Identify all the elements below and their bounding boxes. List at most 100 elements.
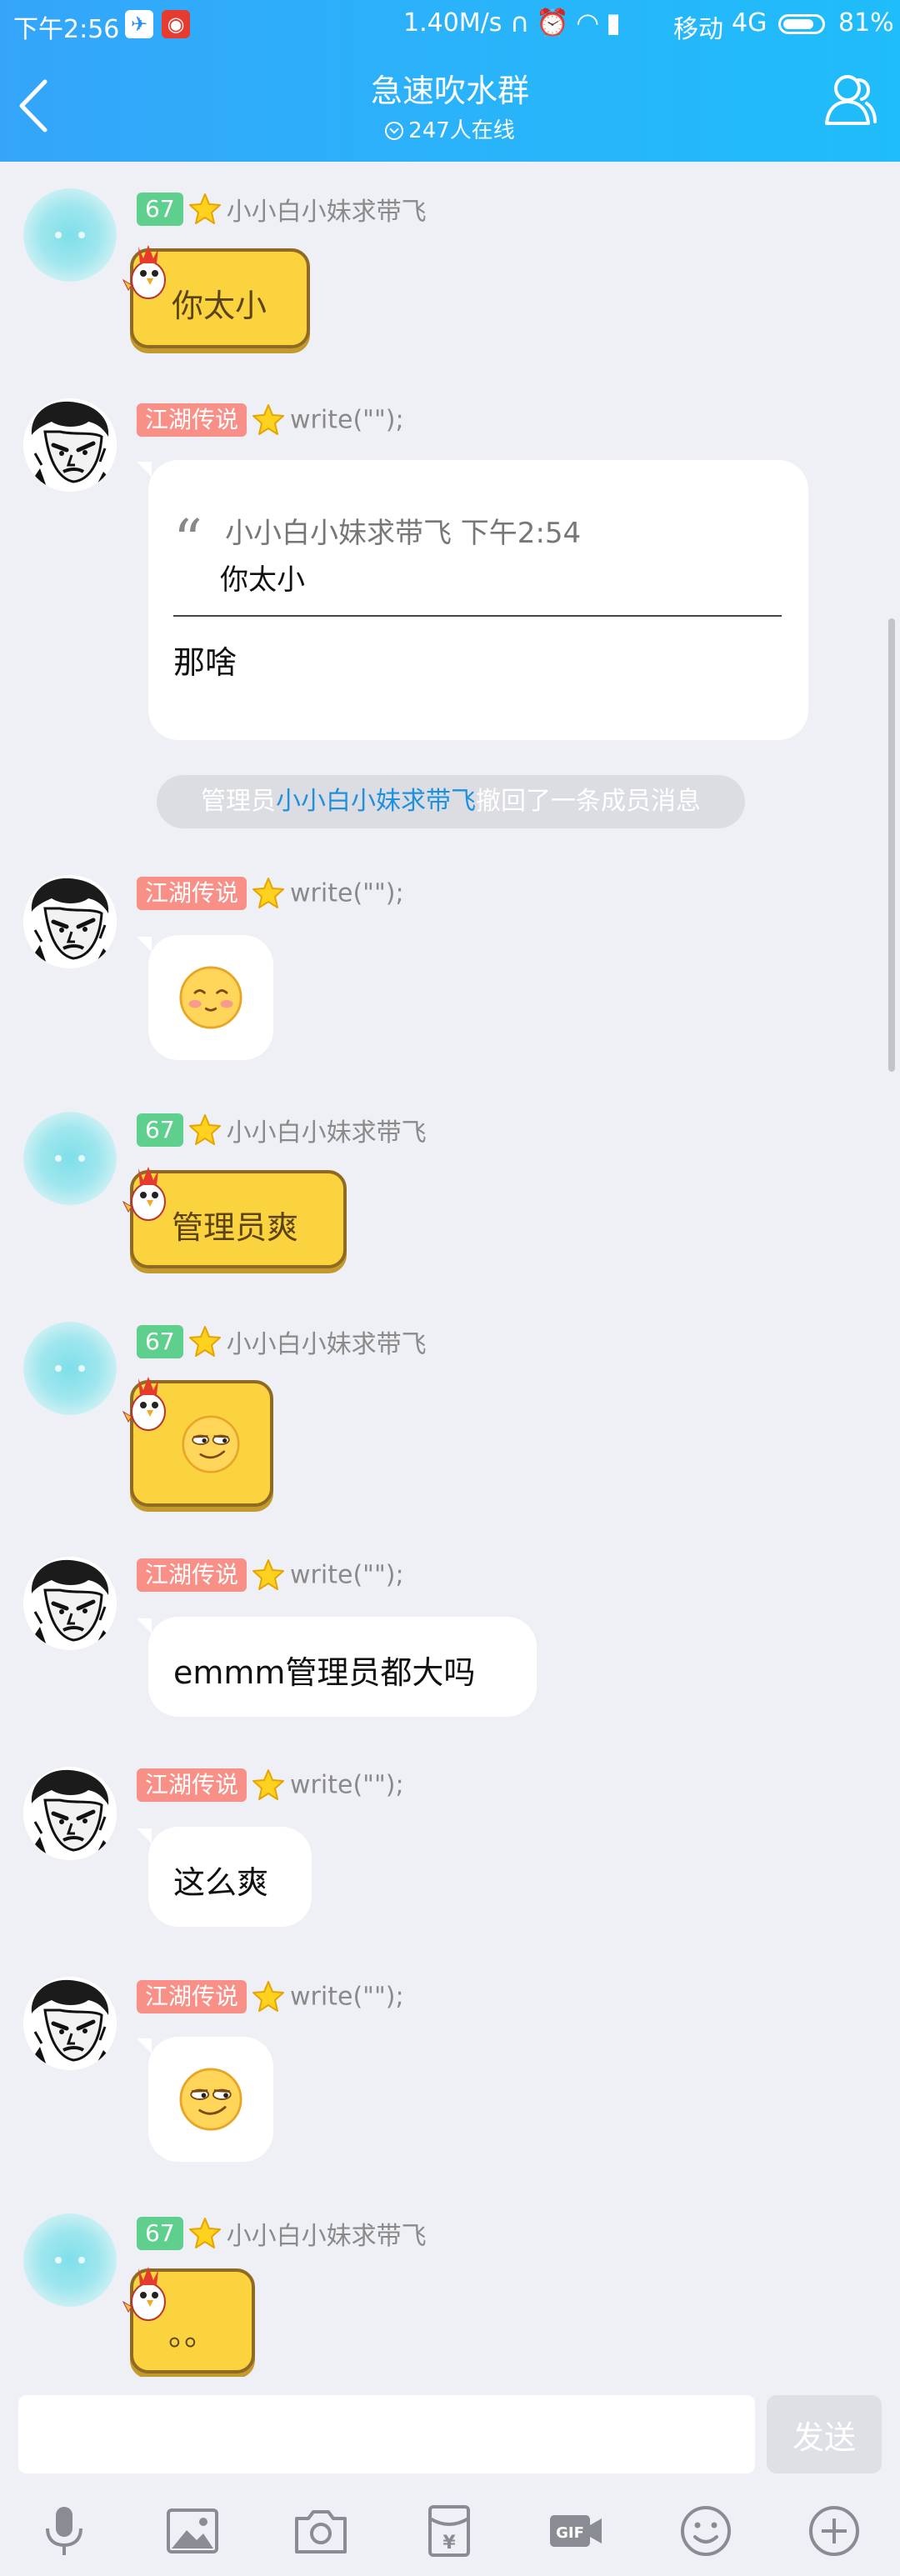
quote-author-time: 小小白小妹求带飞 下午2:54 bbox=[225, 517, 582, 550]
bird-app-icon: ✈ bbox=[125, 10, 153, 38]
message-text: 这么爽 bbox=[173, 1864, 269, 1901]
reply-bubble[interactable]: “ 小小白小妹求带飞 下午2:54 你太小 那啥 bbox=[148, 460, 808, 740]
message-text: 管理员爽 bbox=[172, 1209, 299, 1246]
bubble-tail bbox=[137, 937, 152, 952]
star-icon bbox=[188, 193, 221, 224]
alarm-icon: ⏰ bbox=[536, 7, 577, 38]
recall-notice: 管理员小小白小妹求带飞撤回了一条成员消息 bbox=[157, 775, 745, 828]
gif-icon[interactable]: GIF bbox=[547, 2502, 605, 2560]
message-text: emmm管理员都大吗 bbox=[173, 1654, 476, 1691]
avatar[interactable] bbox=[23, 1977, 117, 2070]
message-bubble[interactable]: emmm管理员都大吗 bbox=[148, 1617, 537, 1717]
star-icon bbox=[252, 1769, 285, 1800]
quote-divider bbox=[173, 615, 782, 617]
message-bubble[interactable] bbox=[148, 2037, 273, 2162]
sender-name[interactable]: write(""); bbox=[290, 1561, 404, 1590]
level-badge: 67 bbox=[137, 1325, 183, 1358]
plus-icon[interactable] bbox=[805, 2502, 863, 2560]
title-badge: 江湖传说 bbox=[137, 403, 248, 437]
sender-name[interactable]: 小小白小妹求带飞 bbox=[227, 1118, 427, 1148]
sender-name[interactable]: write(""); bbox=[290, 1771, 404, 1800]
title-badge: 江湖传说 bbox=[137, 1980, 248, 2013]
red-packet-icon[interactable]: ¥ bbox=[420, 2502, 478, 2560]
signal-icon: ▮ bbox=[606, 7, 628, 38]
star-icon bbox=[188, 2218, 221, 2248]
avatar-eye bbox=[55, 1365, 62, 1372]
online-check-icon bbox=[385, 122, 404, 140]
group-members-icon[interactable] bbox=[820, 70, 878, 128]
sender-name[interactable]: write(""); bbox=[290, 1983, 404, 2012]
blush-emoji-icon bbox=[179, 966, 242, 1029]
music-app-icon: ◉ bbox=[162, 10, 190, 38]
star-icon bbox=[188, 1326, 221, 1357]
avatar[interactable] bbox=[23, 1112, 117, 1205]
avatar-eye bbox=[78, 1155, 85, 1162]
image-icon[interactable] bbox=[163, 2502, 222, 2560]
title-badge: 江湖传说 bbox=[137, 1558, 248, 1592]
emoji-icon[interactable] bbox=[677, 2502, 735, 2560]
notice-prefix: 管理员 bbox=[201, 787, 276, 816]
svg-text:¥: ¥ bbox=[442, 2533, 456, 2553]
star-icon bbox=[188, 1114, 221, 1145]
sender-name[interactable]: 小小白小妹求带飞 bbox=[227, 198, 427, 227]
online-count: 247人在线 bbox=[0, 113, 900, 144]
star-icon bbox=[252, 878, 285, 908]
online-count-text: 247人在线 bbox=[408, 118, 515, 143]
message-text: 你太小 bbox=[172, 288, 268, 324]
voice-icon[interactable] bbox=[35, 2502, 93, 2560]
message-bubble[interactable] bbox=[148, 935, 273, 1060]
sender-name[interactable]: write(""); bbox=[290, 879, 404, 908]
sender-meta: 江湖传说 write(""); bbox=[137, 403, 404, 438]
star-icon bbox=[252, 1981, 285, 2012]
avatar[interactable] bbox=[23, 398, 117, 492]
avatar-image bbox=[23, 1767, 117, 1860]
chat-header: 下午2:56 ✈ ◉ 1.40M/s ∩⏰◠▮ 移动 4G 81% 急速吹水群 … bbox=[0, 0, 900, 162]
avatar[interactable] bbox=[23, 875, 117, 968]
send-button[interactable]: 发送 bbox=[767, 2395, 882, 2473]
battery-level bbox=[783, 19, 813, 29]
avatar-eye bbox=[78, 2257, 85, 2263]
level-badge: 67 bbox=[137, 193, 183, 226]
network-type: 4G bbox=[732, 8, 768, 38]
avatar-image bbox=[23, 1977, 117, 2070]
quote-text: 你太小 bbox=[220, 563, 305, 597]
message-bubble[interactable]: 这么爽 bbox=[148, 1827, 312, 1927]
network-speed: 1.40M/s bbox=[403, 8, 502, 38]
avatar[interactable] bbox=[23, 2213, 117, 2307]
sender-name[interactable]: 小小白小妹求带飞 bbox=[227, 2222, 427, 2251]
chick-decoration-icon bbox=[122, 1376, 166, 1431]
bubble-tail bbox=[137, 1828, 152, 1843]
star-icon bbox=[252, 1559, 285, 1590]
input-area: 发送 ¥ GIF bbox=[0, 2377, 900, 2576]
message-input[interactable] bbox=[18, 2395, 755, 2473]
message-text: 那啥 bbox=[173, 644, 238, 681]
chat-scrollbar[interactable] bbox=[888, 618, 895, 1072]
chick-decoration-icon bbox=[122, 2266, 166, 2321]
sender-meta: 江湖传说 write(""); bbox=[137, 877, 404, 912]
bubble-tail bbox=[137, 2038, 152, 2053]
avatar-eye bbox=[55, 232, 62, 238]
battery-icon bbox=[778, 14, 825, 34]
sender-name[interactable]: 小小白小妹求带飞 bbox=[227, 1330, 427, 1359]
avatar[interactable] bbox=[23, 1557, 117, 1650]
avatar-eye bbox=[55, 1155, 62, 1162]
battery-percent: 81% bbox=[838, 8, 894, 38]
smirk-emoji-icon bbox=[179, 2068, 242, 2131]
avatar[interactable] bbox=[23, 1767, 117, 1860]
status-time: 下午2:56 bbox=[13, 15, 120, 44]
notice-admin-link[interactable]: 小小白小妹求带飞 bbox=[276, 787, 476, 816]
avatar-eye bbox=[78, 1365, 85, 1372]
avatar-eye bbox=[55, 2257, 62, 2263]
sender-name[interactable]: write(""); bbox=[290, 406, 404, 435]
avatar-image bbox=[23, 1557, 117, 1650]
star-icon bbox=[252, 404, 285, 435]
sender-meta: 67 小小白小妹求带飞 bbox=[137, 2215, 427, 2251]
svg-text:GIF: GIF bbox=[556, 2524, 584, 2542]
notice-suffix: 撤回了一条成员消息 bbox=[476, 787, 701, 816]
title-badge: 江湖传说 bbox=[137, 877, 248, 910]
avatar[interactable] bbox=[23, 188, 117, 282]
avatar[interactable] bbox=[23, 1322, 117, 1415]
wifi-icon: ◠ bbox=[576, 7, 607, 38]
camera-icon[interactable] bbox=[292, 2502, 350, 2560]
avatar-image bbox=[23, 875, 117, 968]
